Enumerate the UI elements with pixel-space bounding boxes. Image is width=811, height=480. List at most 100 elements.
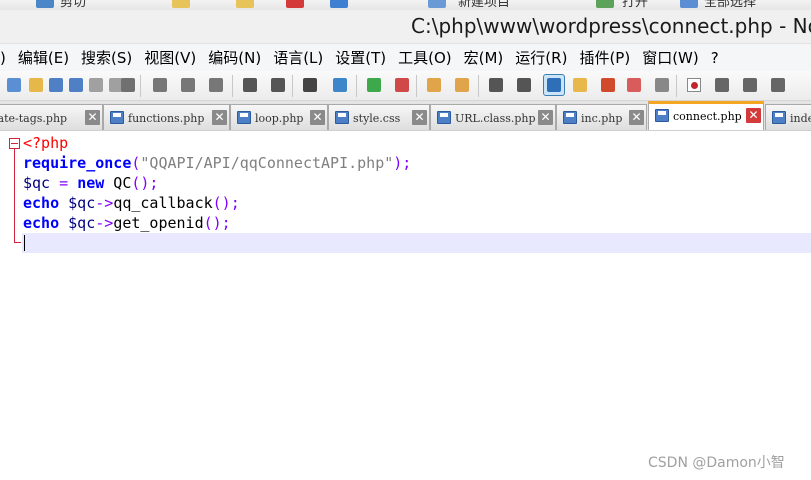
monitoring-icon[interactable] [652, 75, 672, 95]
new-project-icon[interactable] [428, 0, 446, 8]
toolbar-separator [292, 75, 293, 97]
menu-item[interactable]: 插件(P) [573, 47, 636, 68]
toolbar-separator [478, 75, 479, 97]
save-icon[interactable] [46, 75, 66, 95]
text-caret [24, 235, 25, 251]
tab-loop-php[interactable]: loop.php ✕ [230, 104, 328, 130]
tab-bar: plate-tags.php✕functions.php✕loop.php✕st… [0, 101, 811, 131]
window-icon [330, 0, 348, 8]
sync-vertical-icon[interactable] [424, 75, 444, 95]
tab-close-icon[interactable]: ✕ [85, 110, 100, 125]
code-token: $qc [68, 214, 96, 232]
indent-guide-icon[interactable] [543, 74, 565, 96]
find-icon[interactable] [300, 75, 320, 95]
cut-icon[interactable] [36, 0, 54, 8]
select-all-label: 全部选择 [704, 0, 757, 10]
menu-item[interactable]: 窗口(W) [636, 47, 705, 68]
open-file-icon[interactable] [26, 75, 46, 95]
menu-item[interactable]: 设置(T) [329, 47, 392, 68]
select-all-icon[interactable] [680, 0, 698, 8]
print-icon[interactable] [118, 75, 138, 95]
menu-item[interactable]: 搜索(S) [75, 47, 138, 68]
cut-icon[interactable] [150, 75, 170, 95]
menu-item[interactable]: 运行(R) [509, 47, 573, 68]
menu-item[interactable]: ? [705, 49, 725, 67]
window-title: C:\php\www\wordpress\connect.php - Note [411, 14, 811, 38]
code-line[interactable]: require_once("QQAPI/API/qqConnectAPI.php… [23, 153, 411, 173]
menu-bar: ) 编辑(E) 搜索(S) 视图(V) 编码(N) 语言(L) 设置(T) 工具(O) 宏(M)… [0, 44, 811, 71]
code-token: $qc [23, 174, 51, 192]
code-line[interactable]: <?php [23, 133, 68, 153]
code-token: -> [95, 194, 114, 212]
tab-connect-php[interactable]: connect.php ✕ [648, 101, 764, 130]
delete-icon[interactable] [286, 0, 304, 8]
copy-icon[interactable] [178, 75, 198, 95]
tab-label: inc.php [581, 112, 623, 125]
menu-item[interactable]: 语言(L) [267, 47, 329, 68]
code-token: echo [23, 194, 60, 212]
watermark: CSDN @Damon小智 [648, 455, 785, 471]
tab-style-css[interactable]: style.css ✕ [328, 104, 430, 130]
replace-icon[interactable] [330, 75, 350, 95]
menu-item[interactable]: 编辑(E) [12, 47, 75, 68]
code-token: echo [23, 214, 60, 232]
fold-toggle-icon[interactable] [9, 138, 20, 149]
folder-workspace-icon[interactable] [624, 75, 644, 95]
menu-item[interactable]: 编码(N) [202, 47, 267, 68]
tab-inde[interactable]: inde [765, 104, 811, 130]
tab-close-icon[interactable]: ✕ [412, 110, 427, 125]
menu-item[interactable]: 工具(O) [392, 47, 458, 68]
fold-range-line [14, 149, 15, 243]
code-line[interactable]: $qc = new QC(); [23, 173, 158, 193]
save-all-icon[interactable] [66, 75, 86, 95]
menu-item[interactable]: ) [0, 49, 12, 67]
redo-icon[interactable] [268, 75, 288, 95]
tab-plate-tags-php[interactable]: plate-tags.php ✕ [0, 104, 103, 130]
run-macro-icon[interactable] [768, 75, 788, 95]
undo-icon[interactable] [240, 75, 260, 95]
tab-close-icon[interactable]: ✕ [212, 110, 227, 125]
zoom-in-icon[interactable] [364, 75, 384, 95]
saved-file-icon [655, 109, 669, 122]
menu-item[interactable]: 宏(M) [458, 47, 510, 68]
play-macro-icon[interactable] [740, 75, 760, 95]
code-token: QC [104, 174, 132, 192]
toolbar-separator [140, 75, 141, 97]
tab-close-icon[interactable]: ✕ [538, 110, 553, 125]
word-wrap-icon[interactable] [486, 75, 506, 95]
tab-close-icon[interactable]: ✕ [746, 108, 761, 123]
toolbar-separator [676, 75, 677, 97]
code-token: "QQAPI/API/qqConnectAPI.php" [140, 154, 394, 172]
tab-close-icon[interactable]: ✕ [310, 110, 325, 125]
code-token: (); [212, 194, 240, 212]
saved-file-icon [772, 111, 786, 124]
tab-url-class-php[interactable]: URL.class.php ✕ [430, 104, 556, 130]
code-line[interactable]: echo $qc->qq_callback(); [23, 193, 240, 213]
tab-label: plate-tags.php [0, 112, 68, 125]
toolbar-separator [356, 75, 357, 97]
code-token: $qc [68, 194, 96, 212]
zoom-out-icon[interactable] [392, 75, 412, 95]
document-map-icon[interactable] [570, 75, 590, 95]
fold-margin[interactable] [0, 131, 22, 480]
show-all-chars-icon[interactable] [514, 75, 534, 95]
menu-item[interactable]: 视图(V) [138, 47, 202, 68]
new-file-icon[interactable] [4, 75, 24, 95]
paste-icon[interactable] [206, 75, 226, 95]
code-editor[interactable]: <?php require_once("QQAPI/API/qqConnectAP… [0, 131, 811, 480]
record-macro-icon[interactable] [684, 75, 704, 95]
folder-icon [236, 0, 254, 8]
tab-inc-php[interactable]: inc.php ✕ [556, 104, 647, 130]
tab-label: functions.php [128, 112, 205, 125]
tab-functions-php[interactable]: functions.php ✕ [103, 104, 230, 130]
close-icon[interactable] [86, 75, 106, 95]
tab-close-icon[interactable]: ✕ [629, 110, 644, 125]
open-icon[interactable] [596, 0, 614, 8]
current-line-highlight [22, 233, 811, 253]
code-line[interactable]: echo $qc->get_openid(); [23, 213, 231, 233]
function-list-icon[interactable] [598, 75, 618, 95]
tab-label: style.css [353, 112, 401, 125]
sync-horizontal-icon[interactable] [452, 75, 472, 95]
stop-macro-icon[interactable] [712, 75, 732, 95]
